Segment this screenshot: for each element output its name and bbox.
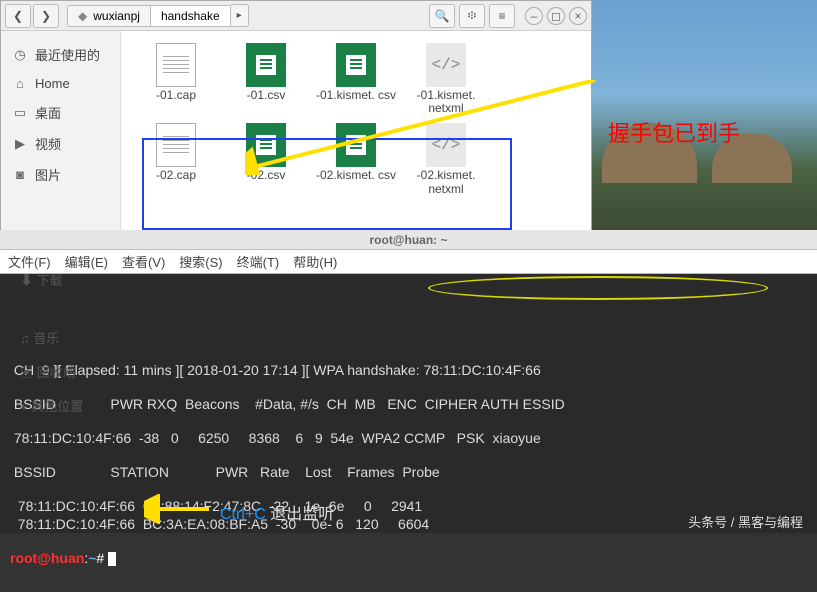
term-header-ap: BSSID PWR RXQ Beacons #Data, #/s CH MB E… xyxy=(10,396,565,412)
csv-file-icon xyxy=(336,123,376,167)
xml-file-icon: </> xyxy=(426,43,466,87)
file-02-csv[interactable]: -02.csv xyxy=(221,121,311,197)
text-file-icon xyxy=(156,43,196,87)
term-line-status: CH 9 ][ Elapsed: 11 mins ][ 2018-01-20 1… xyxy=(10,362,541,378)
file-01-cap[interactable]: -01.cap xyxy=(131,41,221,117)
menu-search[interactable]: 搜索(S) xyxy=(179,252,222,271)
file-manager-window: ❮ ❯ ◆wuxianpj handshake ▸ 🔍 ፨ ≡ – ◻ × ◷最… xyxy=(0,0,592,241)
breadcrumb: ◆wuxianpj handshake ▸ xyxy=(67,4,427,27)
file-02-kismet-csv[interactable]: -02.kismet. csv xyxy=(311,121,401,197)
minimize-button[interactable]: – xyxy=(525,7,543,25)
prompt-user: root@huan xyxy=(10,550,84,566)
file-grid: -01.cap -01.csv -01.kismet. csv </>-01.k… xyxy=(121,31,591,241)
view-icons-button[interactable]: ፨ xyxy=(459,4,485,28)
terminal-menu: 文件(F) 编辑(E) 查看(V) 搜索(S) 终端(T) 帮助(H) xyxy=(0,250,817,274)
annotation-ellipse xyxy=(428,276,768,300)
home-icon: ⌂ xyxy=(13,76,27,91)
csv-file-icon xyxy=(246,43,286,87)
picture-icon: ◙ xyxy=(13,167,27,182)
annotation-hint: Ctrl+C 退出监听 xyxy=(220,500,334,524)
csv-file-icon xyxy=(336,43,376,87)
terminal-cursor xyxy=(108,552,116,566)
video-icon: ▶ xyxy=(13,136,27,152)
csv-file-icon xyxy=(246,123,286,167)
menu-button[interactable]: ≡ xyxy=(489,4,515,28)
search-button[interactable]: 🔍 xyxy=(429,4,455,28)
menu-edit[interactable]: 编辑(E) xyxy=(65,252,108,271)
file-01-kismet-csv[interactable]: -01.kismet. csv xyxy=(311,41,401,117)
clock-icon: ◷ xyxy=(13,47,27,63)
watermark: 头条号 / 黑客与编程 xyxy=(688,512,803,531)
toolbar: ❮ ❯ ◆wuxianpj handshake ▸ 🔍 ፨ ≡ – ◻ × xyxy=(1,1,591,31)
terminal-content[interactable]: ⬇ 下载 ♫ 音乐 ▣ 回收站 + 其他位置 CH 9 ][ Elapsed: … xyxy=(0,274,817,592)
forward-button[interactable]: ❯ xyxy=(33,4,59,28)
breadcrumb-item-2[interactable]: handshake xyxy=(150,5,231,27)
maximize-button[interactable]: ◻ xyxy=(547,7,565,25)
breadcrumb-next-arrow[interactable]: ▸ xyxy=(231,4,249,27)
file-01-csv[interactable]: -01.csv xyxy=(221,41,311,117)
sidebar-videos[interactable]: ▶视频 xyxy=(1,128,120,159)
sidebar-pictures[interactable]: ◙图片 xyxy=(1,159,120,190)
terminal-title: root@huan: ~ xyxy=(0,230,817,250)
prompt-path: ~ xyxy=(88,550,96,566)
sidebar: ◷最近使用的 ⌂Home ▭桌面 ▶视频 ◙图片 xyxy=(1,31,121,241)
file-01-kismet-netxml[interactable]: </>-01.kismet. netxml xyxy=(401,41,491,117)
file-02-kismet-netxml[interactable]: </>-02.kismet. netxml xyxy=(401,121,491,197)
sidebar-home[interactable]: ⌂Home xyxy=(1,70,120,97)
term-row-ap: 78:11:DC:10:4F:66 -38 0 6250 8368 6 9 54… xyxy=(10,430,541,446)
back-button[interactable]: ❮ xyxy=(5,4,31,28)
term-row-sta-1: 78:11:DC:10:4F:66 6C:88:14:F2:47:8C -22 … xyxy=(10,498,422,514)
sidebar-recent[interactable]: ◷最近使用的 xyxy=(1,39,120,70)
menu-view[interactable]: 查看(V) xyxy=(122,252,165,271)
breadcrumb-item-1[interactable]: ◆wuxianpj xyxy=(67,5,150,27)
menu-help[interactable]: 帮助(H) xyxy=(293,252,337,271)
annotation-text-red: 握手包已到手 xyxy=(608,116,740,148)
xml-file-icon: </> xyxy=(426,123,466,167)
text-file-icon xyxy=(156,123,196,167)
close-button[interactable]: × xyxy=(569,7,587,25)
sidebar-desktop[interactable]: ▭桌面 xyxy=(1,97,120,128)
menu-terminal[interactable]: 终端(T) xyxy=(237,252,280,271)
menu-file[interactable]: 文件(F) xyxy=(8,252,51,271)
file-02-cap[interactable]: -02.cap xyxy=(131,121,221,197)
terminal-window: root@huan: ~ 文件(F) 编辑(E) 查看(V) 搜索(S) 终端(… xyxy=(0,230,817,533)
desktop-icon: ▭ xyxy=(13,105,27,121)
term-header-sta: BSSID STATION PWR Rate Lost Frames Probe xyxy=(10,464,440,480)
